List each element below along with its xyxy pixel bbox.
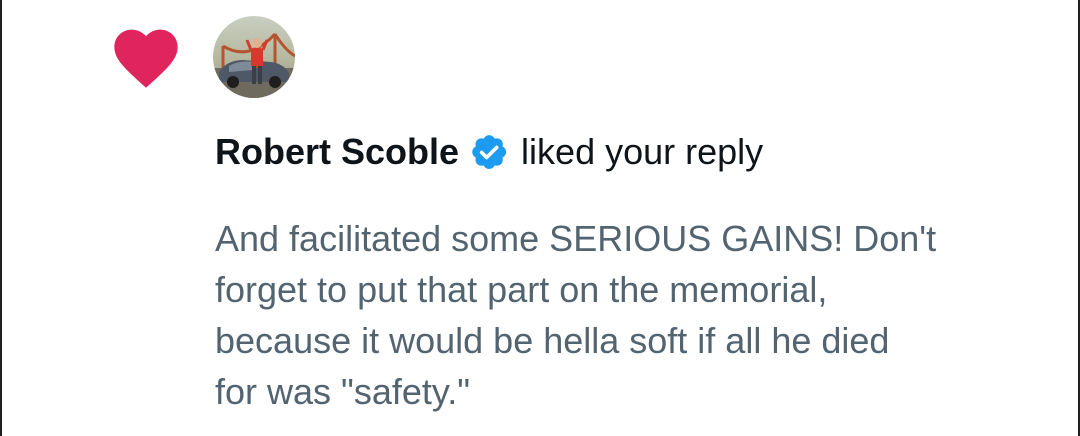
avatar-photo [213, 16, 295, 98]
like-notification[interactable]: Robert Scoble liked your reply And facil… [0, 0, 1080, 436]
reply-text[interactable]: And facilitated some SERIOUS GAINS! Don'… [215, 213, 1065, 417]
action-text: liked your reply [521, 131, 764, 172]
verified-badge-icon [469, 132, 509, 172]
avatar[interactable] [213, 16, 295, 98]
notification-header: Robert Scoble liked your reply [215, 128, 763, 176]
user-name[interactable]: Robert Scoble [215, 128, 459, 176]
heart-icon [114, 29, 178, 88]
